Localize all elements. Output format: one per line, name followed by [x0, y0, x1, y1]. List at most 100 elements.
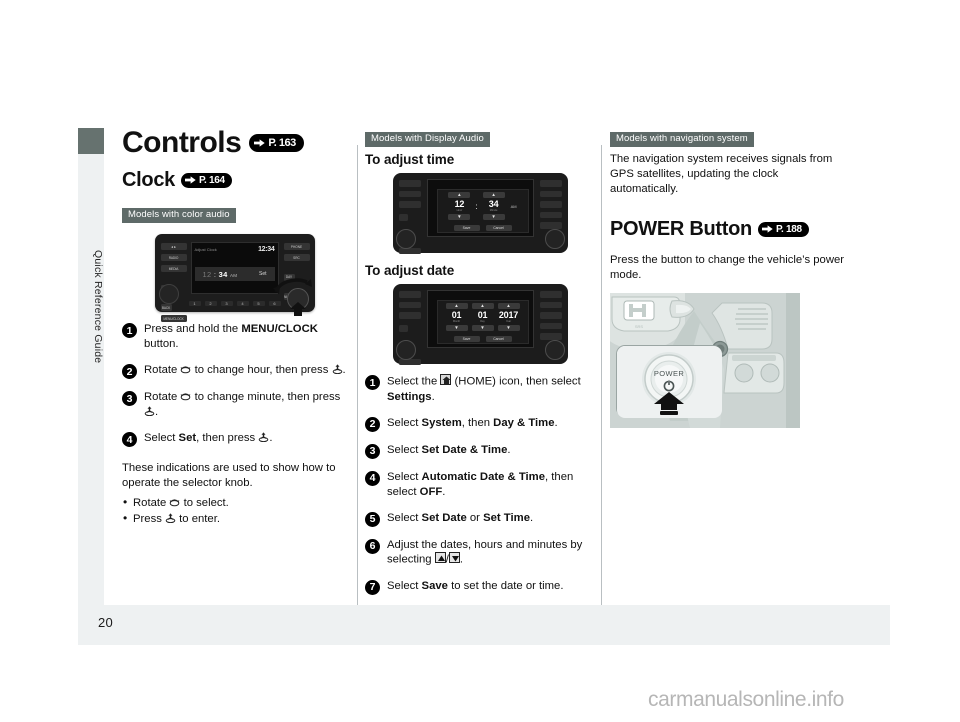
da-button-menu[interactable] — [539, 222, 562, 229]
da-button-source[interactable] — [539, 322, 562, 330]
da-button-info[interactable] — [539, 201, 562, 208]
da-button-audio[interactable] — [398, 358, 421, 366]
color-audio-button-phone[interactable]: PHONE — [283, 243, 310, 251]
da-button-nav[interactable] — [539, 301, 562, 309]
date-fields: ▲ 01 Month ▼ ▲ 01 Day ▼ ▲ 2017 Year ▼ — [445, 303, 520, 332]
step-text: Select System, then Day & Time. — [387, 416, 558, 429]
cancel-button[interactable]: Cancel — [485, 336, 512, 343]
step-number: 3 — [365, 443, 380, 459]
preset-1[interactable]: 1 — [188, 301, 201, 307]
step-text: Rotate to change hour, then press . — [144, 364, 346, 377]
power-button-paragraph: Press the button to change the vehicle’s… — [610, 254, 845, 282]
right-arrow-icon — [761, 225, 773, 233]
preset-2[interactable]: 2 — [204, 301, 217, 307]
color-audio-button-radio[interactable]: RADIO — [160, 254, 187, 262]
color-audio-set-button[interactable]: Set — [259, 271, 267, 277]
day-up-button[interactable]: ▲ — [471, 303, 494, 310]
display-audio-right-dial[interactable] — [544, 229, 565, 250]
da-button-info[interactable] — [539, 312, 562, 319]
navigation-paragraph: The navigation system receives signals f… — [610, 153, 833, 196]
minute-down-button[interactable]: ▼ — [482, 214, 505, 221]
da-button-back[interactable] — [398, 312, 421, 319]
da-button-power[interactable] — [398, 291, 421, 298]
day-label: Day — [480, 320, 485, 324]
step-item: 4 Select Set, then press . — [122, 431, 347, 448]
month-value: 01 — [451, 309, 462, 320]
page-ref-controls-label: P. 163 — [268, 136, 296, 149]
column-middle: Models with Display Audio To adjust time… — [365, 128, 595, 606]
month-field: ▲ 01 Month ▼ — [445, 303, 468, 332]
display-audio-time-illustration: ▲ 12 Hour ▼ : ▲ 34 Minute ▼ AM Save Canc… — [365, 173, 595, 255]
step-item: 1 Select the (HOME) icon, then select Se… — [365, 374, 595, 404]
page-ref-controls[interactable]: P. 163 — [249, 133, 304, 153]
column-divider-1 — [357, 145, 358, 605]
da-button-phone[interactable] — [539, 291, 562, 298]
color-audio-button-menu-clock[interactable]: MENU/CLOCK — [160, 315, 187, 323]
da-button-home[interactable] — [398, 301, 421, 309]
da-button-nav[interactable] — [539, 190, 562, 198]
volume-knob[interactable] — [158, 284, 179, 305]
da-button-prev[interactable] — [398, 325, 408, 332]
year-up-button[interactable]: ▲ — [497, 303, 520, 310]
da-button-power[interactable] — [398, 180, 421, 187]
day-down-button[interactable]: ▼ — [471, 325, 494, 332]
color-audio-button-back[interactable]: BACK — [160, 304, 172, 312]
step-text: Select Save to set the date or time. — [387, 579, 564, 592]
preset-4[interactable]: 4 — [236, 301, 249, 307]
display-audio-time-screen: ▲ 12 Hour ▼ : ▲ 34 Minute ▼ AM Save Canc… — [426, 179, 534, 238]
display-audio-left-dial[interactable] — [395, 340, 416, 361]
step-text: Press and hold the MENU/CLOCK button. — [144, 323, 318, 351]
save-button[interactable]: Save — [453, 225, 480, 232]
date-dialog-actions: Save Cancel — [453, 336, 512, 343]
ampm-indicator: AM — [510, 203, 517, 209]
step-text: Select Set Date & Time. — [387, 443, 511, 456]
minute-value: 34 — [488, 198, 499, 209]
page-ref-clock[interactable]: P. 164 — [180, 172, 232, 188]
display-audio-right-dial[interactable] — [544, 340, 565, 361]
page-ref-power[interactable]: P. 188 — [757, 221, 809, 237]
heading-adjust-date: To adjust date — [365, 263, 455, 279]
da-button-home[interactable] — [398, 190, 421, 198]
preset-6[interactable]: 6 — [268, 301, 281, 307]
year-label: Year — [505, 320, 512, 324]
year-down-button[interactable]: ▼ — [497, 325, 520, 332]
da-button-source[interactable] — [539, 211, 562, 219]
step-item: 6 Adjust the dates, hours and minutes by… — [365, 538, 595, 568]
right-arrow-icon — [254, 139, 266, 147]
color-audio-screen-header: Adjust Clock 12:34 — [195, 245, 275, 254]
hour-up-button[interactable]: ▲ — [448, 192, 471, 199]
color-audio-button-power[interactable]: ◄► — [160, 243, 187, 251]
set-date-dialog: ▲ 01 Month ▼ ▲ 01 Day ▼ ▲ 2017 Year ▼ Sa… — [436, 300, 529, 345]
save-button[interactable]: Save — [453, 336, 480, 343]
da-button-prev[interactable] — [398, 214, 408, 221]
color-audio-button-src[interactable]: SRC — [283, 254, 310, 262]
color-audio-button-media[interactable]: MEDIA — [160, 265, 187, 273]
step-number: 2 — [122, 364, 137, 380]
da-button-menu[interactable] — [539, 333, 562, 340]
da-button-phone[interactable] — [539, 180, 562, 187]
step-item: 3 Select Set Date & Time. — [365, 443, 595, 459]
badge-display-audio: Models with Display Audio — [365, 132, 490, 148]
da-button-audio[interactable] — [398, 247, 421, 255]
cancel-button[interactable]: Cancel — [485, 225, 512, 232]
month-label: Month — [452, 320, 461, 324]
display-audio-date-screen: ▲ 01 Month ▼ ▲ 01 Day ▼ ▲ 2017 Year ▼ Sa… — [426, 290, 534, 349]
step-item: 7 Select Save to set the date or time. — [365, 579, 595, 595]
hour-down-button[interactable]: ▼ — [448, 214, 471, 221]
step-number: 4 — [122, 432, 137, 448]
hour-label: Hour — [456, 209, 463, 213]
press-knob-icon — [165, 512, 176, 524]
preset-3[interactable]: 3 — [220, 301, 233, 307]
preset-5[interactable]: 5 — [252, 301, 265, 307]
da-button-back[interactable] — [398, 201, 421, 208]
display-audio-left-dial[interactable] — [395, 229, 416, 250]
color-audio-screen-title: Adjust Clock — [194, 247, 217, 253]
badge-navigation-system: Models with navigation system — [610, 132, 754, 148]
month-down-button[interactable]: ▼ — [445, 325, 468, 332]
minute-up-button[interactable]: ▲ — [482, 192, 505, 199]
hour-field: ▲ 12 Hour ▼ — [448, 192, 471, 221]
month-up-button[interactable]: ▲ — [445, 303, 468, 310]
badge-color-audio: Models with color audio — [122, 208, 236, 224]
step-number: 5 — [365, 511, 380, 527]
column-right: Models with navigation system The naviga… — [610, 128, 845, 428]
